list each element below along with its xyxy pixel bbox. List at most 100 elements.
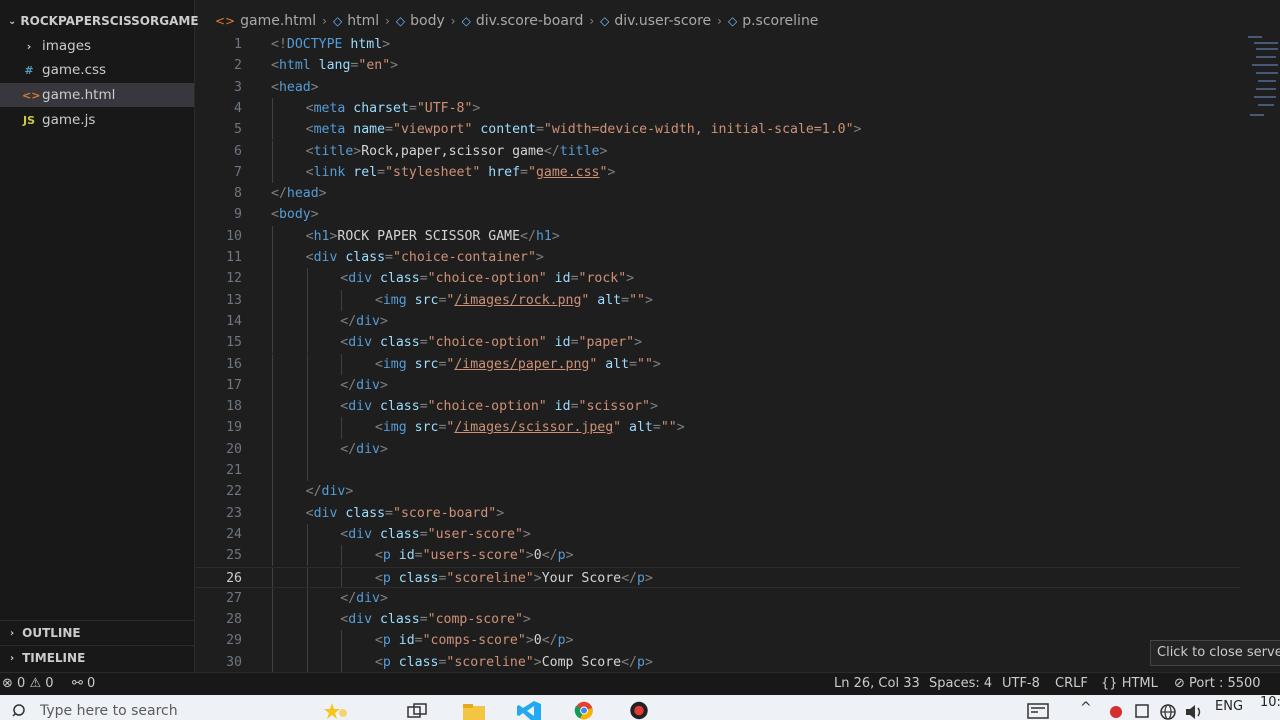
code-token: charset [345, 100, 409, 116]
code-line[interactable]: 29 <p id="comps-score">0</p> [195, 630, 1240, 652]
timeline-section[interactable]: › TIMELINE [0, 645, 194, 670]
explorer-folder-header[interactable]: ⌄ ROCKPAPERSCISSORGAME [0, 10, 199, 32]
line-number: 12 [226, 271, 242, 287]
code-token: > [496, 505, 505, 521]
vscode-icon[interactable] [517, 701, 541, 720]
minimap[interactable] [1244, 34, 1280, 124]
code-text: <div class="choice-option" id="rock"> [340, 268, 634, 289]
code-line[interactable]: 3 <head> [195, 77, 1240, 98]
code-text: <div class="comp-score"> [340, 609, 531, 630]
code-line[interactable]: 7 <link rel="stylesheet" href="game.css"> [195, 161, 1240, 184]
breadcrumb-item[interactable]: <> game.html [215, 13, 316, 29]
code-token: "users-score" [422, 548, 526, 564]
code-token: src [406, 420, 439, 436]
code-line[interactable]: 23 <div class="score-board"> [195, 502, 1240, 524]
code-line[interactable]: 26 <p class="scoreline">Your Score</p> [195, 566, 1240, 588]
code-line[interactable]: 2 <html lang="en"> [195, 55, 1240, 76]
code-line[interactable]: 6 <title>Rock,paper,scissor game</title> [195, 140, 1240, 162]
code-text: <html lang="en"> [271, 55, 398, 76]
file-item-game-html[interactable]: <> game.html [0, 83, 194, 107]
code-line[interactable]: 1 <!DOCTYPE html> [195, 34, 1240, 55]
code-token: > [599, 143, 608, 159]
device-icon[interactable] [1130, 701, 1154, 720]
code-line[interactable]: 4 <meta charset="UTF-8"> [195, 97, 1240, 120]
code-token: class [337, 250, 386, 265]
cursor-position[interactable]: Ln 26, Col 33 [834, 673, 920, 695]
code-text: <div class="choice-option" id="paper"> [340, 332, 642, 353]
breadcrumb-item[interactable]: ◇ div.score-board [462, 13, 584, 29]
html-file-icon: <> [22, 88, 41, 102]
file-item-label: game.css [42, 62, 107, 78]
language-indicator[interactable]: ENG [1215, 696, 1243, 718]
breadcrumb-item[interactable]: ◇ html [333, 13, 379, 29]
live-server-port[interactable]: ⊘ Port : 5500 [1174, 673, 1261, 695]
code-line[interactable]: 13 <img src="/images/rock.png" alt=""> [195, 289, 1240, 311]
outline-section[interactable]: › OUTLINE [0, 620, 194, 645]
code-token: > [382, 37, 391, 52]
file-item-game-css[interactable]: # game.css [0, 58, 194, 82]
code-line[interactable]: 12 <div class="choice-option" id="rock"> [195, 268, 1240, 290]
code-line[interactable]: 28 <div class="comp-score"> [195, 609, 1240, 631]
code-line[interactable]: 9 <body> [195, 204, 1240, 225]
code-line[interactable]: 30 <p class="scoreline">Comp Score</p> [195, 651, 1240, 673]
code-line[interactable]: 27 </div> [195, 587, 1240, 610]
code-line[interactable]: 24 <div class="user-score"> [195, 523, 1240, 546]
recorder-icon[interactable] [627, 701, 651, 720]
code-line[interactable]: 21 [195, 460, 1240, 482]
taskbar-search[interactable]: Type here to search [12, 703, 178, 719]
port-label: Port : 5500 [1189, 676, 1261, 691]
code-editor[interactable]: 1 <!DOCTYPE html> 2 <html lang="en"> 3 <head>… [195, 34, 1240, 673]
taskbar-clock[interactable]: 10: [1260, 692, 1280, 714]
file-item-game-js[interactable]: JS game.js [0, 108, 194, 132]
chevron-up-icon[interactable]: ^ [1080, 697, 1092, 719]
code-token: "comps-score" [422, 633, 526, 649]
code-token: "" [629, 292, 645, 308]
language-mode[interactable]: {} HTML [1101, 673, 1158, 695]
problems-indicator[interactable]: ⊗ 0 ⚠ 0 [2, 673, 54, 695]
code-token: lang [310, 58, 351, 74]
search-highlight-icon[interactable] [324, 701, 348, 720]
code-line[interactable]: 8 </head> [195, 183, 1240, 204]
code-token: 0 [533, 633, 542, 649]
file-explorer-icon[interactable] [462, 701, 486, 720]
indentation[interactable]: Spaces: 4 [929, 673, 992, 695]
code-line[interactable]: 17 </div> [195, 374, 1240, 397]
code-token: DOCTYPE [286, 37, 343, 52]
code-token: > [676, 420, 685, 436]
code-token: p [382, 570, 391, 586]
breadcrumb-item[interactable]: ◇ div.user-score [600, 13, 711, 29]
ports-indicator[interactable]: ⚯ 0 [72, 673, 95, 695]
code-line[interactable]: 10 <h1>ROCK PAPER SCISSOR GAME</h1> [195, 225, 1240, 247]
news-icon[interactable] [1026, 701, 1050, 720]
file-item-images[interactable]: › images [0, 34, 194, 58]
code-token: > [390, 58, 399, 74]
code-token: img [382, 292, 407, 308]
code-line[interactable]: 15 <div class="choice-option" id="paper"> [195, 332, 1240, 354]
code-text: <img src="/images/scissor.jpeg" alt=""> [375, 417, 685, 438]
code-line[interactable]: 25 <p id="users-score">0</p> [195, 545, 1240, 567]
breadcrumb-item[interactable]: ◇ body [396, 13, 445, 29]
breadcrumb-item[interactable]: ◇ p.scoreline [728, 13, 818, 29]
code-line[interactable]: 18 <div class="choice-option" id="scissor… [195, 396, 1240, 418]
code-line[interactable]: 19 <img src="/images/scissor.jpeg" alt=""… [195, 417, 1240, 439]
code-line[interactable]: 11 <div class="choice-container"> [195, 247, 1240, 269]
code-token: = [535, 122, 544, 138]
encoding[interactable]: UTF-8 [1002, 673, 1040, 695]
code-line[interactable]: 5 <meta name="viewport" content="width=de… [195, 119, 1240, 141]
task-view-icon[interactable] [405, 701, 429, 720]
code-token: </ [621, 654, 637, 670]
code-token: "paper" [578, 335, 635, 351]
recording-icon[interactable] [1104, 701, 1128, 720]
code-token: class [372, 399, 420, 415]
windows-taskbar: Type here to search ^ ENG 10: [0, 695, 1280, 720]
code-line[interactable]: 20 </div> [195, 438, 1240, 460]
chrome-icon[interactable] [572, 701, 596, 720]
code-token: < [271, 58, 279, 74]
network-icon[interactable] [1156, 701, 1180, 720]
volume-icon[interactable] [1182, 701, 1206, 720]
code-line[interactable]: 16 <img src="/images/paper.png" alt=""> [195, 353, 1240, 375]
end-of-line[interactable]: CRLF [1055, 673, 1088, 695]
code-token: > [310, 79, 319, 95]
code-line[interactable]: 22 </div> [195, 481, 1240, 503]
code-line[interactable]: 14 </div> [195, 310, 1240, 333]
